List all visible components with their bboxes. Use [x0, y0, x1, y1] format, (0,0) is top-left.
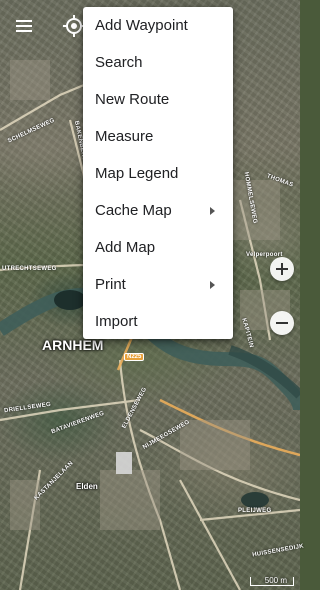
menu-item-label: Measure [95, 128, 154, 145]
plus-icon [276, 263, 288, 275]
menu-item-measure[interactable]: Measure [83, 118, 233, 155]
submenu-arrow-icon [210, 206, 215, 215]
menu-item-label: Print [95, 276, 126, 293]
stadium [116, 452, 132, 474]
menu-item-label: Cache Map [95, 202, 172, 219]
district-label: Elden [76, 482, 98, 491]
hamburger-menu-button[interactable] [6, 8, 42, 44]
road-number-badge: N225 [124, 353, 145, 361]
my-location-icon [63, 15, 85, 37]
zoom-out-button[interactable] [270, 311, 294, 335]
menu-item-label: Search [95, 54, 143, 71]
minus-icon [276, 322, 288, 324]
menu-item-map-legend[interactable]: Map Legend [83, 155, 233, 192]
map-scale-bar: 500 m [249, 577, 294, 586]
submenu-arrow-icon [210, 280, 215, 289]
menu-item-label: Add Waypoint [95, 17, 188, 34]
menu-item-label: Map Legend [95, 165, 179, 182]
hamburger-menu-icon [16, 20, 32, 32]
lake [54, 290, 86, 310]
pond [241, 492, 269, 508]
overflow-menu: Add Waypoint Search New Route Measure Ma… [83, 7, 233, 339]
menu-item-add-map[interactable]: Add Map [83, 229, 233, 266]
menu-item-label: New Route [95, 91, 170, 108]
menu-item-label: Add Map [95, 239, 156, 256]
menu-item-print[interactable]: Print [83, 266, 233, 303]
menu-item-cache-map[interactable]: Cache Map [83, 192, 233, 229]
menu-item-label: Import [95, 313, 138, 330]
zoom-in-button[interactable] [270, 257, 294, 281]
street-label-utrechtseweg: UTRECHTSEWEG [2, 266, 57, 272]
menu-item-search[interactable]: Search [83, 44, 233, 81]
river-branch [228, 345, 300, 399]
street-label-pleijweg: PLEIJWEG [238, 508, 272, 514]
menu-item-new-route[interactable]: New Route [83, 81, 233, 118]
menu-item-add-waypoint[interactable]: Add Waypoint [83, 7, 233, 44]
menu-item-import[interactable]: Import [83, 303, 233, 340]
